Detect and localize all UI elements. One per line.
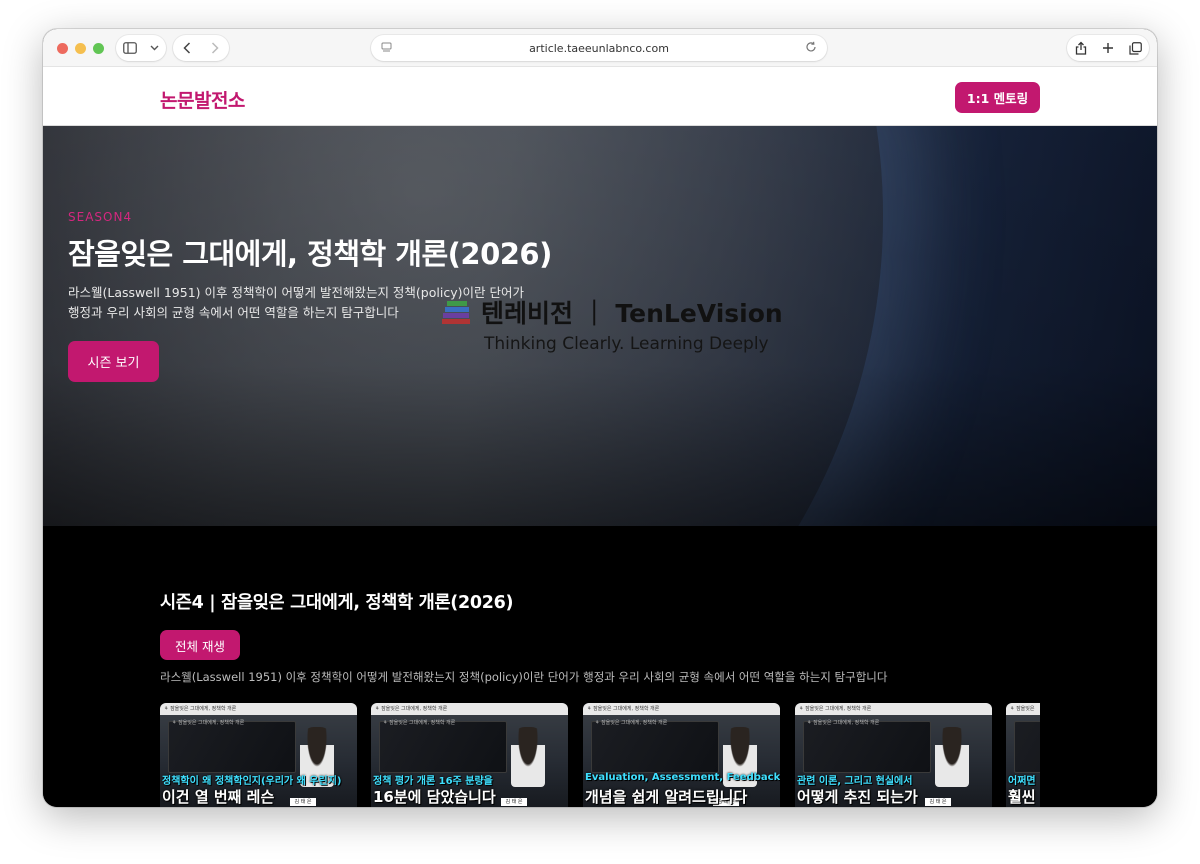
section-title: 시즌4 | 잠을잊은 그대에게, 정책학 개론(2026) — [160, 593, 514, 613]
sidebar-icon — [122, 42, 137, 54]
forward-icon[interactable] — [211, 42, 219, 54]
tabs-icon[interactable] — [1128, 41, 1142, 55]
close-window-button[interactable] — [57, 43, 68, 54]
site-header: 논문발전소 1:1 멘토링 — [43, 67, 1157, 126]
mentoring-button[interactable]: 1:1 멘토링 — [955, 82, 1040, 113]
video-card[interactable]: ⚘ 잠을잊은 그대에게, 정책학 개론 ⚘ 잠을잊은 그대에게, 정책학 개론 … — [160, 703, 357, 807]
video-caption-top: Evaluation, Assessment, Feedback...? — [585, 772, 780, 783]
video-carousel: ⚘ 잠을잊은 그대에게, 정책학 개론 ⚘ 잠을잊은 그대에게, 정책학 개론 … — [160, 703, 1040, 807]
books-icon — [441, 299, 473, 325]
video-card[interactable]: ⚘ 잠을잊은 그대에게, 정책학 개론 ⚘ 잠을잊은 그대에게, 정책학 개론 … — [583, 703, 780, 807]
address-bar[interactable]: article.taeeunlabnco.com — [371, 35, 827, 61]
chevron-down-icon — [150, 45, 159, 51]
hero-banner: SEASON4 잠을잊은 그대에게, 정책학 개론(2026) 라스웰(Lass… — [43, 126, 1157, 526]
video-caption-top: 정책학이 왜 정책학인지(우리가 왜 우린지) — [162, 776, 342, 787]
video-card[interactable]: ⚘ 잠을잊은 그대에게, 정책학 개론 ⚘ 잠을잊은 그대에게, 정책학 개론 … — [795, 703, 992, 807]
video-caption-top: 정책 평가 개론 16주 분량을 — [373, 776, 493, 787]
url-text: article.taeeunlabnco.com — [529, 41, 669, 55]
season-section: 시즌4 | 잠을잊은 그대에게, 정책학 개론(2026) 전체 재생 라스웰(… — [43, 526, 1157, 807]
navigation-buttons — [173, 35, 229, 61]
play-all-button[interactable]: 전체 재생 — [160, 630, 240, 660]
reload-icon[interactable] — [805, 41, 817, 53]
view-season-button[interactable]: 시즌 보기 — [68, 341, 159, 382]
video-caption-top: 어쩌면 — [1008, 776, 1036, 787]
season-label: SEASON4 — [68, 210, 133, 224]
watermark-subtitle: Thinking Clearly. Learning Deeply — [484, 334, 769, 354]
tenlevision-watermark: 텐레비전 ｜ TenLeVision Thinking Clearly. Lea… — [441, 294, 783, 354]
video-caption-bottom: 이건 열 번째 레슨 — [162, 788, 275, 806]
plus-icon[interactable] — [1102, 42, 1114, 54]
sidebar-toggle-button[interactable] — [116, 35, 166, 61]
browser-actions — [1067, 35, 1149, 61]
presenter-thumbnail — [935, 727, 969, 787]
video-card[interactable]: ⚘ 잠을잊은 어쩌면 훨씬 — [1006, 703, 1040, 807]
video-caption-bottom: 개념을 쉽게 알려드립니다 — [585, 788, 748, 806]
browser-window: article.taeeunlabnco.com 논문발전소 1:1 멘토링 S… — [43, 29, 1157, 807]
share-icon[interactable] — [1075, 41, 1087, 55]
video-caption-bottom: 훨씬 — [1008, 788, 1036, 806]
section-description: 라스웰(Lasswell 1951) 이후 정책학이 어떻게 발전해왔는지 정책… — [160, 670, 888, 684]
presenter-thumbnail — [511, 727, 545, 787]
video-caption-bottom: 어떻게 추진 되는가 — [797, 788, 918, 806]
watermark-title: 텐레비전 ｜ TenLeVision — [481, 299, 783, 328]
video-card[interactable]: ⚘ 잠을잊은 그대에게, 정책학 개론 ⚘ 잠을잊은 그대에게, 정책학 개론 … — [371, 703, 568, 807]
minimize-window-button[interactable] — [75, 43, 86, 54]
page-icon — [381, 42, 392, 53]
zoom-window-button[interactable] — [93, 43, 104, 54]
hero-title: 잠을잊은 그대에게, 정책학 개론(2026) — [68, 237, 552, 271]
browser-toolbar: article.taeeunlabnco.com — [43, 29, 1157, 67]
video-caption-top: 관련 이론, 그리고 현실에서 — [797, 776, 913, 787]
video-caption-bottom: 16분에 담았습니다 — [373, 788, 496, 806]
back-icon[interactable] — [183, 42, 191, 54]
site-logo[interactable]: 논문발전소 — [160, 86, 245, 113]
